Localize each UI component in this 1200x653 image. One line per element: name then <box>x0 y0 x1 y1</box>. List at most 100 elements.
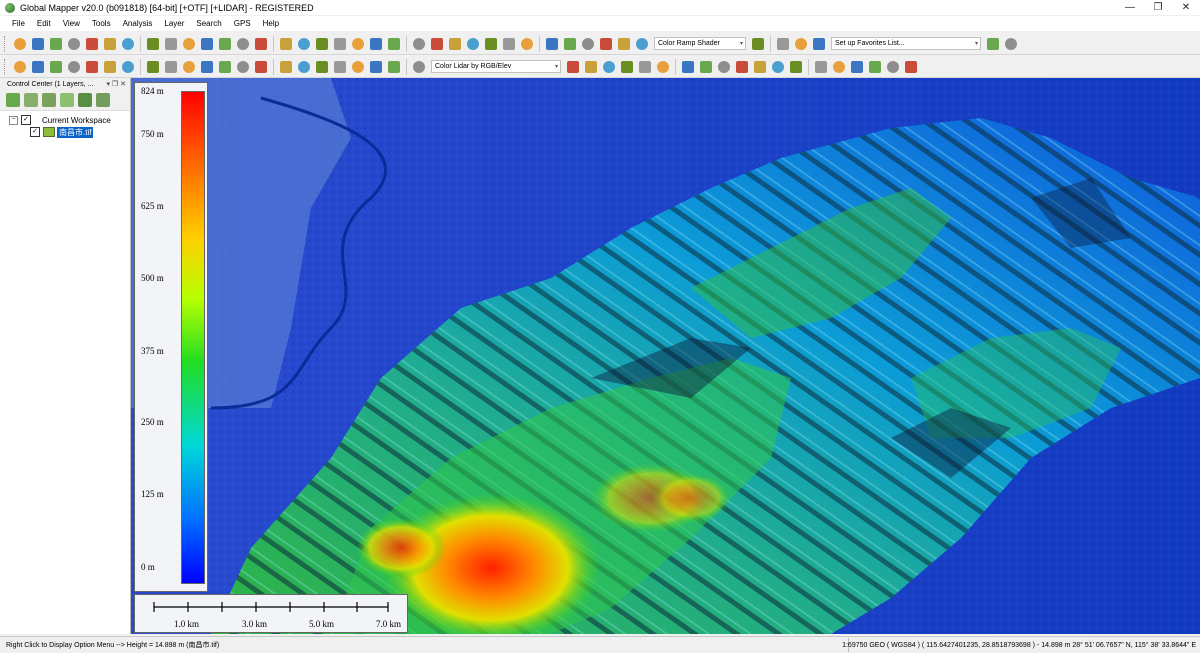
workspace-row[interactable]: − ✓ Current Workspace <box>0 114 130 126</box>
restore-button[interactable]: ❐ <box>1144 0 1172 15</box>
elev2-icon[interactable] <box>616 36 632 52</box>
search-icon[interactable] <box>350 36 366 52</box>
pole-icon[interactable] <box>885 59 901 75</box>
key-icon[interactable] <box>903 59 919 75</box>
layer-label[interactable]: 南昌市.tif <box>57 126 94 138</box>
layer-checkbox[interactable]: ✓ <box>30 127 40 137</box>
favorites-select[interactable]: Set up Favorites List... ▾ <box>831 37 981 50</box>
cross-icon[interactable] <box>501 36 517 52</box>
terrain-icon[interactable] <box>368 36 384 52</box>
menu-edit[interactable]: Edit <box>37 19 51 28</box>
select-icon[interactable] <box>278 36 294 52</box>
gear-icon[interactable] <box>811 36 827 52</box>
line2-icon[interactable] <box>30 59 46 75</box>
toolbar-grip[interactable] <box>4 58 8 75</box>
star-icon[interactable] <box>1003 36 1019 52</box>
wire-icon[interactable] <box>849 59 865 75</box>
line7-icon[interactable] <box>163 59 179 75</box>
sun-icon[interactable] <box>465 36 481 52</box>
menu-analysis[interactable]: Analysis <box>123 19 153 28</box>
zoom-in-icon[interactable] <box>181 36 197 52</box>
building-icon[interactable] <box>831 59 847 75</box>
triangle-icon[interactable] <box>637 59 653 75</box>
workspace-checkbox[interactable]: ✓ <box>21 115 31 125</box>
lidar1-icon[interactable] <box>565 59 581 75</box>
vertex2-icon[interactable] <box>253 59 269 75</box>
move2-icon[interactable] <box>278 59 294 75</box>
line-tool-icon[interactable] <box>12 59 28 75</box>
panel-buttons[interactable]: ▾ ❐ ✕ <box>106 80 126 88</box>
menu-view[interactable]: View <box>63 19 80 28</box>
menu-tools[interactable]: Tools <box>92 19 111 28</box>
menu-layer[interactable]: Layer <box>164 19 184 28</box>
shader-select[interactable]: Color Ramp Shader ▾ <box>654 37 746 50</box>
globe-icon[interactable] <box>30 36 46 52</box>
line8-icon[interactable] <box>181 59 197 75</box>
close-button[interactable]: ✕ <box>1172 0 1200 15</box>
layer-zoom-icon[interactable] <box>6 93 20 107</box>
layers-icon[interactable] <box>102 36 118 52</box>
print-icon[interactable] <box>66 36 82 52</box>
mountain-icon[interactable] <box>750 36 766 52</box>
zoom-box-icon[interactable] <box>145 36 161 52</box>
minimize-button[interactable]: — <box>1116 0 1144 15</box>
snap3-icon[interactable] <box>350 59 366 75</box>
layer-row[interactable]: ✓ 南昌市.tif <box>0 126 130 138</box>
class2-icon[interactable] <box>680 59 696 75</box>
filter2-icon[interactable] <box>716 59 732 75</box>
ruler-icon[interactable] <box>411 59 427 75</box>
moon-icon[interactable] <box>985 36 1001 52</box>
image-icon[interactable] <box>483 36 499 52</box>
snap2-icon[interactable] <box>332 59 348 75</box>
lidar2-icon[interactable] <box>583 59 599 75</box>
tree2-icon[interactable] <box>813 59 829 75</box>
circle-icon[interactable] <box>120 59 136 75</box>
edit-icon[interactable] <box>199 59 215 75</box>
back-icon[interactable] <box>217 36 233 52</box>
layer-move-icon[interactable] <box>60 93 74 107</box>
layer-options-icon[interactable] <box>96 93 110 107</box>
line5-icon[interactable] <box>84 59 100 75</box>
water-icon[interactable] <box>867 59 883 75</box>
elev-icon[interactable] <box>598 36 614 52</box>
cut-icon[interactable] <box>296 59 312 75</box>
move-icon[interactable] <box>217 59 233 75</box>
vertex-icon[interactable] <box>235 59 251 75</box>
contour-icon[interactable] <box>634 36 650 52</box>
collapse-icon[interactable]: − <box>9 115 18 125</box>
chart-icon[interactable] <box>580 36 596 52</box>
snap4-icon[interactable] <box>368 59 384 75</box>
cube-icon[interactable] <box>562 36 578 52</box>
delete-icon[interactable] <box>296 36 312 52</box>
flag-icon[interactable] <box>447 36 463 52</box>
peak-icon[interactable] <box>752 59 768 75</box>
line3-icon[interactable] <box>48 59 64 75</box>
toolbar-grip[interactable] <box>4 35 8 52</box>
info-icon[interactable] <box>332 36 348 52</box>
zoom-out-icon[interactable] <box>199 36 215 52</box>
path-icon[interactable] <box>544 36 560 52</box>
measure-icon[interactable] <box>314 36 330 52</box>
overview-icon[interactable] <box>120 36 136 52</box>
terrain2-icon[interactable] <box>386 36 402 52</box>
line4-icon[interactable] <box>66 59 82 75</box>
map-view[interactable] <box>131 78 1200 634</box>
class3-icon[interactable] <box>734 59 750 75</box>
menu-file[interactable]: File <box>12 19 25 28</box>
layer-remove-icon[interactable] <box>42 93 56 107</box>
menu-gps[interactable]: GPS <box>234 19 251 28</box>
layer-view-icon[interactable] <box>78 93 92 107</box>
pan-icon[interactable] <box>163 36 179 52</box>
home-icon[interactable] <box>235 36 251 52</box>
filter-icon[interactable] <box>698 59 714 75</box>
snap5-icon[interactable] <box>386 59 402 75</box>
lidar3-icon[interactable] <box>601 59 617 75</box>
menu-help[interactable]: Help <box>263 19 279 28</box>
tree-icon[interactable] <box>770 59 786 75</box>
grid-icon[interactable] <box>519 36 535 52</box>
globe2-icon[interactable] <box>793 36 809 52</box>
lidar-color-select[interactable]: Color Lidar by RGB/Elev ▾ <box>431 60 561 73</box>
wrench-icon[interactable] <box>84 36 100 52</box>
snap-icon[interactable] <box>314 59 330 75</box>
line6-icon[interactable] <box>145 59 161 75</box>
